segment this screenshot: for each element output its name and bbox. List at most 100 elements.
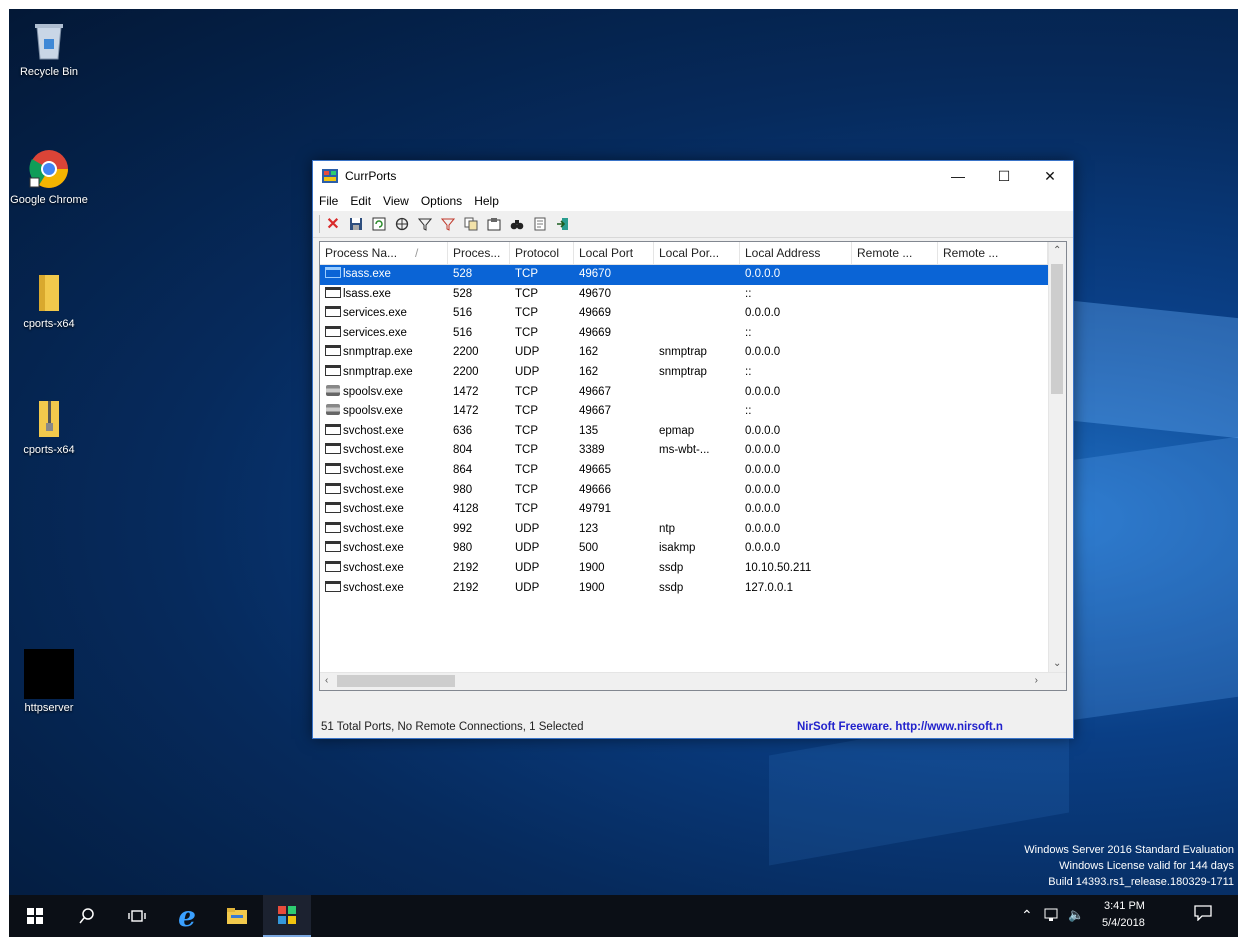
- cell-process-name: svchost.exe: [320, 441, 448, 461]
- menu-view[interactable]: View: [383, 194, 409, 208]
- desktop-icon-recycle-bin[interactable]: Recycle Bin: [9, 19, 89, 79]
- column-header-process-name[interactable]: Process Na... /: [320, 242, 448, 264]
- menu-help[interactable]: Help: [474, 194, 499, 208]
- column-header-protocol[interactable]: Protocol: [510, 242, 574, 264]
- printer-process-icon: [326, 404, 340, 416]
- column-header-local-address[interactable]: Local Address: [740, 242, 852, 264]
- volume-muted-icon[interactable]: 🔈: [1068, 907, 1084, 923]
- task-view-button[interactable]: [113, 895, 161, 937]
- search-icon: [79, 908, 94, 924]
- cell-remote-port: [852, 343, 938, 363]
- menu-edit[interactable]: Edit: [350, 194, 371, 208]
- table-row[interactable]: svchost.exe 980 UDP 500 isakmp 0.0.0.0: [320, 539, 1048, 559]
- ports-list[interactable]: Process Na... / Proces... Protocol Local …: [319, 241, 1067, 691]
- column-header-remote-port-name[interactable]: Remote ...: [938, 242, 1048, 264]
- cell-local-port: 1900: [579, 561, 605, 574]
- column-header-local-port[interactable]: Local Port: [574, 242, 654, 264]
- scroll-down-icon[interactable]: ⌄: [1053, 658, 1061, 669]
- network-icon[interactable]: [1044, 908, 1060, 925]
- filter-advanced-icon[interactable]: [439, 215, 457, 233]
- cell-local-address: 0.0.0.0: [745, 385, 781, 398]
- column-header-remote-port[interactable]: Remote ...: [852, 242, 938, 264]
- cell-local-port-name: [654, 324, 740, 344]
- cell-process-name: services.exe: [320, 324, 448, 344]
- column-header-local-port-name[interactable]: Local Por...: [654, 242, 740, 264]
- desktop-icon-cports-folder[interactable]: cports-x64: [9, 271, 89, 331]
- find-icon[interactable]: [508, 215, 526, 233]
- cell-protocol: UDP: [515, 365, 540, 378]
- close-button[interactable]: ✕: [1027, 161, 1073, 191]
- chevron-up-icon[interactable]: ⌃: [1021, 907, 1033, 924]
- menu-file[interactable]: File: [319, 194, 338, 208]
- cell-local-port: 49670: [579, 287, 611, 300]
- table-row[interactable]: svchost.exe 2192 UDP 1900 ssdp 127.0.0.1: [320, 579, 1048, 599]
- exit-icon[interactable]: [554, 215, 572, 233]
- table-row[interactable]: svchost.exe 864 TCP 49665 0.0.0.0: [320, 461, 1048, 481]
- filter-icon[interactable]: [416, 215, 434, 233]
- table-row[interactable]: spoolsv.exe 1472 TCP 49667 0.0.0.0: [320, 383, 1048, 403]
- table-row[interactable]: spoolsv.exe 1472 TCP 49667::: [320, 402, 1048, 422]
- horizontal-scrollbar[interactable]: ‹ ›: [320, 672, 1066, 690]
- options-icon[interactable]: [531, 215, 549, 233]
- desktop-icon-httpserver[interactable]: httpserver: [9, 649, 89, 715]
- cell-protocol: TCP: [515, 385, 538, 398]
- cell-local-port: 500: [579, 542, 599, 555]
- vertical-scroll-thumb[interactable]: [1051, 264, 1063, 394]
- scroll-right-icon[interactable]: ›: [1035, 675, 1038, 686]
- start-button[interactable]: [11, 895, 59, 937]
- table-row[interactable]: svchost.exe 992 UDP 123 ntp 0.0.0.0: [320, 520, 1048, 540]
- process-name-text: svchost.exe: [343, 503, 404, 516]
- process-name-text: svchost.exe: [343, 444, 404, 457]
- desktop-icon-chrome[interactable]: Google Chrome: [9, 147, 89, 207]
- table-row[interactable]: svchost.exe 636 TCP 135 epmap 0.0.0.0: [320, 422, 1048, 442]
- menu-options[interactable]: Options: [421, 194, 462, 208]
- table-row[interactable]: services.exe 516 TCP 49669::: [320, 324, 1048, 344]
- table-row[interactable]: svchost.exe 4128 TCP 49791 0.0.0.0: [320, 500, 1048, 520]
- column-header-process-id[interactable]: Proces...: [448, 242, 510, 264]
- table-row[interactable]: lsass.exe 528 TCP 49670 0.0.0.0: [320, 265, 1048, 285]
- table-row[interactable]: lsass.exe 528 TCP 49670::: [320, 285, 1048, 305]
- properties-icon[interactable]: [393, 215, 411, 233]
- table-row[interactable]: svchost.exe 2192 UDP 1900 ssdp 10.10.50.211: [320, 559, 1048, 579]
- table-row[interactable]: services.exe 516 TCP 49669 0.0.0.0: [320, 304, 1048, 324]
- action-center-icon[interactable]: [1194, 905, 1212, 924]
- clock-time[interactable]: 3:41 PM: [1104, 900, 1145, 912]
- cell-remote-port: [852, 363, 938, 383]
- desktop-icon-cports-zip[interactable]: cports-x64: [9, 397, 89, 457]
- file-explorer-button[interactable]: [213, 895, 261, 937]
- horizontal-scroll-thumb[interactable]: [337, 675, 455, 687]
- currports-taskbar-button[interactable]: [263, 895, 311, 937]
- cell-local-port-name: [654, 304, 740, 324]
- table-row[interactable]: snmptrap.exe 2200 UDP 162 snmptrap::: [320, 363, 1048, 383]
- minimize-button[interactable]: —: [935, 161, 981, 191]
- refresh-icon[interactable]: [370, 215, 388, 233]
- desktop-icon-label: Google Chrome: [10, 194, 88, 206]
- nirsoft-link[interactable]: NirSoft Freeware. http://www.nirsoft.n: [797, 717, 1063, 737]
- wallpaper-beam: [1064, 299, 1238, 439]
- vertical-scrollbar[interactable]: ⌃ ⌄: [1048, 242, 1066, 672]
- task-view-icon: [128, 910, 146, 922]
- clock-date[interactable]: 5/4/2018: [1102, 917, 1145, 929]
- window-process-icon: [325, 306, 341, 318]
- html-report-icon[interactable]: [485, 215, 503, 233]
- table-row[interactable]: svchost.exe 980 TCP 49666 0.0.0.0: [320, 481, 1048, 501]
- cell-remote-port-name: [938, 539, 1048, 559]
- close-connections-icon[interactable]: ✕: [324, 215, 342, 233]
- maximize-button[interactable]: ☐: [981, 161, 1027, 191]
- cell-process-id: 2200: [453, 365, 479, 378]
- internet-explorer-button[interactable]: e: [163, 895, 211, 937]
- search-button[interactable]: [63, 895, 111, 937]
- title-bar[interactable]: CurrPorts — ☐ ✕: [313, 161, 1073, 191]
- scroll-up-icon[interactable]: ⌃: [1053, 245, 1061, 256]
- cell-local-address: ::: [745, 405, 752, 418]
- toolbar-separator: [319, 215, 320, 233]
- window-process-icon: [325, 423, 341, 435]
- copy-icon[interactable]: [462, 215, 480, 233]
- table-row[interactable]: snmptrap.exe 2200 UDP 162 snmptrap 0.0.0.0: [320, 343, 1048, 363]
- scroll-left-icon[interactable]: ‹: [325, 675, 328, 686]
- cell-process-name: snmptrap.exe: [320, 343, 448, 363]
- process-name-text: snmptrap.exe: [343, 365, 413, 378]
- cell-remote-port: [852, 579, 938, 599]
- table-row[interactable]: svchost.exe 804 TCP 3389 ms-wbt-... 0.0.0.0: [320, 441, 1048, 461]
- save-icon[interactable]: [347, 215, 365, 233]
